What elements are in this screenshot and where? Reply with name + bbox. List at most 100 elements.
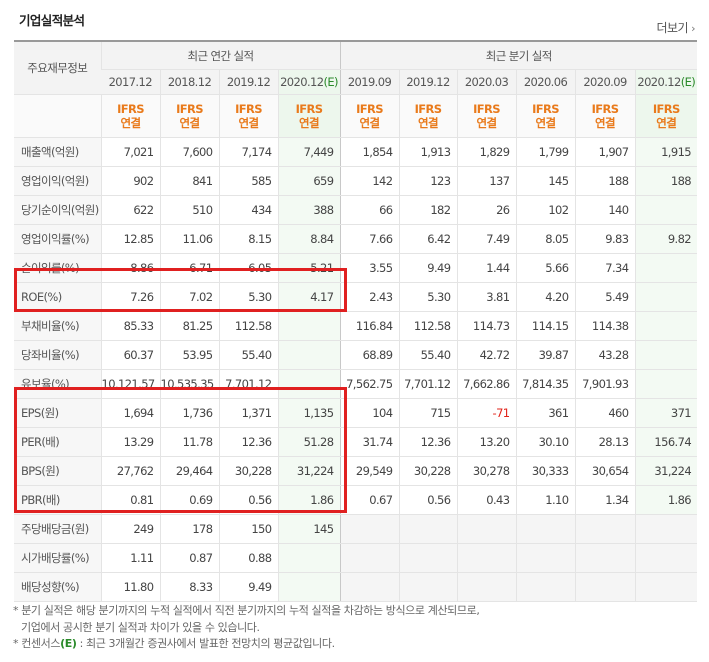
value-cell [339, 572, 399, 602]
value-cell: 145 [515, 166, 575, 196]
more-link[interactable]: 더보기 › [656, 19, 695, 36]
value-cell: 28.13 [574, 427, 635, 457]
value-cell: 7,449 [277, 137, 340, 167]
period-date: 2020.03 [464, 75, 509, 89]
value-cell: 6.05 [218, 253, 278, 283]
value-cell: 1,854 [339, 137, 399, 167]
value-cell [634, 543, 698, 573]
footnote-2: * 컨센서스(E) : 최근 3개월간 증권사에서 발표한 전망치의 평균값입니… [13, 637, 335, 650]
period-header: 2020.03 [456, 69, 516, 95]
row-label: 당좌비율(%) [14, 340, 101, 370]
row-label: EPS(원) [14, 398, 101, 428]
value-cell: 8.05 [515, 224, 575, 254]
period-header: 2017.12 [101, 69, 160, 95]
value-cell: 8.84 [277, 224, 340, 254]
value-cell: 0.43 [456, 485, 516, 515]
value-cell [634, 253, 698, 283]
value-cell: 7.26 [100, 282, 160, 312]
value-cell: 10,121.57 [100, 369, 160, 399]
value-cell: 11.78 [159, 427, 219, 457]
table-row: 배당성향(%) 11.80 8.33 9.49 [14, 572, 698, 602]
standard-line2: 연결 [299, 116, 320, 130]
standard-line1: IFRS [176, 102, 203, 116]
value-cell: 140 [574, 195, 635, 225]
value-cell: 1,915 [634, 137, 698, 167]
value-cell: 11.80 [100, 572, 160, 602]
value-cell: 7,600 [159, 137, 219, 167]
value-cell: 68.89 [339, 340, 399, 370]
value-cell: 0.69 [159, 485, 219, 515]
standard-line1: IFRS [414, 102, 442, 116]
table-row: 유보율(%) 10,121.57 10,535.35 7,701.12 7,562.75… [14, 369, 698, 399]
value-cell: 841 [159, 166, 219, 196]
value-cell: 585 [218, 166, 278, 196]
value-cell: 715 [398, 398, 457, 428]
period-header: 2019.12 [218, 69, 278, 95]
value-cell [398, 514, 457, 544]
value-cell: 1.11 [100, 543, 160, 573]
period-date: 2020.12 [637, 75, 681, 89]
value-cell: 0.56 [218, 485, 278, 515]
value-cell: 116.84 [339, 311, 399, 341]
period-header: 2020.06 [515, 69, 575, 95]
value-cell: 7.66 [339, 224, 399, 254]
period-header: 2020.12(E) [277, 69, 340, 95]
period-date: 2020.06 [523, 75, 568, 89]
value-cell: 0.56 [398, 485, 457, 515]
value-cell: 26 [456, 195, 516, 225]
value-cell: 55.40 [398, 340, 457, 370]
row-label: ROE(%) [14, 282, 101, 312]
value-cell [456, 514, 516, 544]
value-cell: 388 [277, 195, 340, 225]
value-cell: 1,371 [218, 398, 278, 428]
value-cell: 5.49 [574, 282, 635, 312]
standard-line1: IFRS [473, 102, 500, 116]
table-row: 당기순이익(억원) 622 510 434 388 66 182 26 102 140 [14, 195, 698, 225]
value-cell [515, 514, 575, 544]
value-cell: 66 [339, 195, 399, 225]
table-row: 영업이익률(%) 12.85 11.06 8.15 8.84 7.66 6.42 7.49 8.… [14, 224, 698, 254]
value-cell: 510 [159, 195, 219, 225]
value-cell: 1.34 [574, 485, 635, 515]
value-cell: 1.44 [456, 253, 516, 283]
value-cell: 0.88 [218, 543, 278, 573]
value-cell [634, 311, 698, 341]
value-cell [456, 543, 516, 573]
value-cell: 178 [159, 514, 219, 544]
accounting-standard: IFRS 연결 [159, 94, 219, 138]
value-cell: 12.85 [100, 224, 160, 254]
value-cell: 43.28 [574, 340, 635, 370]
value-cell: 7,814.35 [515, 369, 575, 399]
value-cell: 7.02 [159, 282, 219, 312]
value-cell: 7,562.75 [339, 369, 399, 399]
more-label: 더보기 [656, 21, 689, 35]
value-cell: 2.43 [339, 282, 399, 312]
table-row: ROE(%) 7.26 7.02 5.30 4.17 2.43 5.30 3.81 4.20 5.… [14, 282, 698, 312]
value-cell [398, 572, 457, 602]
value-cell: 114.38 [574, 311, 635, 341]
standard-line2: 연결 [535, 116, 557, 130]
value-cell [574, 543, 635, 573]
value-cell: 182 [398, 195, 457, 225]
value-cell: 51.28 [277, 427, 340, 457]
value-cell: 1,694 [100, 398, 160, 428]
value-cell: 156.74 [634, 427, 698, 457]
value-cell: 7.49 [456, 224, 516, 254]
value-cell: 42.72 [456, 340, 516, 370]
corner-spacer [14, 94, 101, 138]
value-cell [515, 543, 575, 573]
period-date: 2019.09 [347, 75, 392, 89]
value-cell: 7.34 [574, 253, 635, 283]
row-label: 부채비율(%) [14, 311, 101, 341]
value-cell: 30.10 [515, 427, 575, 457]
value-cell [277, 369, 340, 399]
row-label: PBR(배) [14, 485, 101, 515]
value-cell: 11.06 [159, 224, 219, 254]
value-cell: 371 [634, 398, 698, 428]
value-cell [277, 340, 340, 370]
value-cell: 4.20 [515, 282, 575, 312]
value-cell: 5.66 [515, 253, 575, 283]
table-row: 순이익률(%) 8.86 6.71 6.05 5.21 3.55 9.49 1.44 5.66 7… [14, 253, 698, 283]
value-cell [634, 282, 698, 312]
row-label: PER(배) [14, 427, 101, 457]
